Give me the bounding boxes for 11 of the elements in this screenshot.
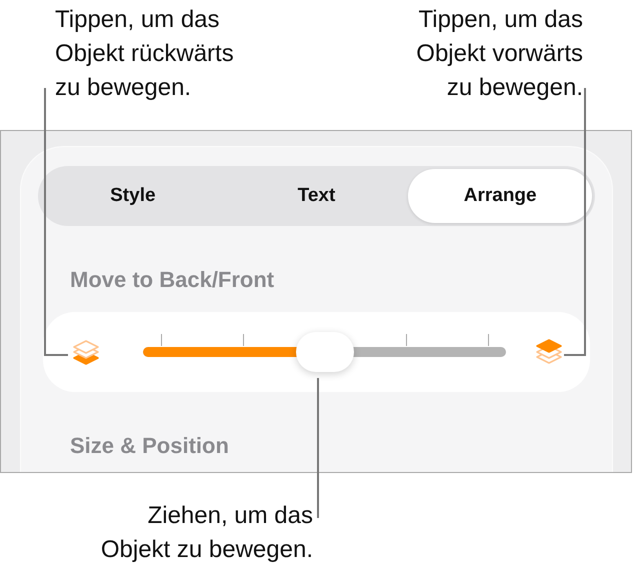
layers-back-icon[interactable] <box>71 337 101 367</box>
section-header: Size & Position <box>70 432 230 460</box>
callout-text: Tippen, um das Objekt rückwärts zu bewegen. <box>55 5 234 103</box>
section-header: Move to Back/Front <box>70 266 276 294</box>
tab[interactable]: Style <box>41 169 225 223</box>
layers-front-icon[interactable] <box>534 337 564 367</box>
tab[interactable]: Text <box>224 169 408 223</box>
callout-text: Ziehen, um das Objekt zu bewegen. <box>100 501 313 565</box>
tab[interactable]: Arrange <box>408 169 592 223</box>
callout-text: Tippen, um das Objekt vorwärts zu bewegen. <box>416 5 583 103</box>
slider-thumb[interactable] <box>296 332 354 372</box>
